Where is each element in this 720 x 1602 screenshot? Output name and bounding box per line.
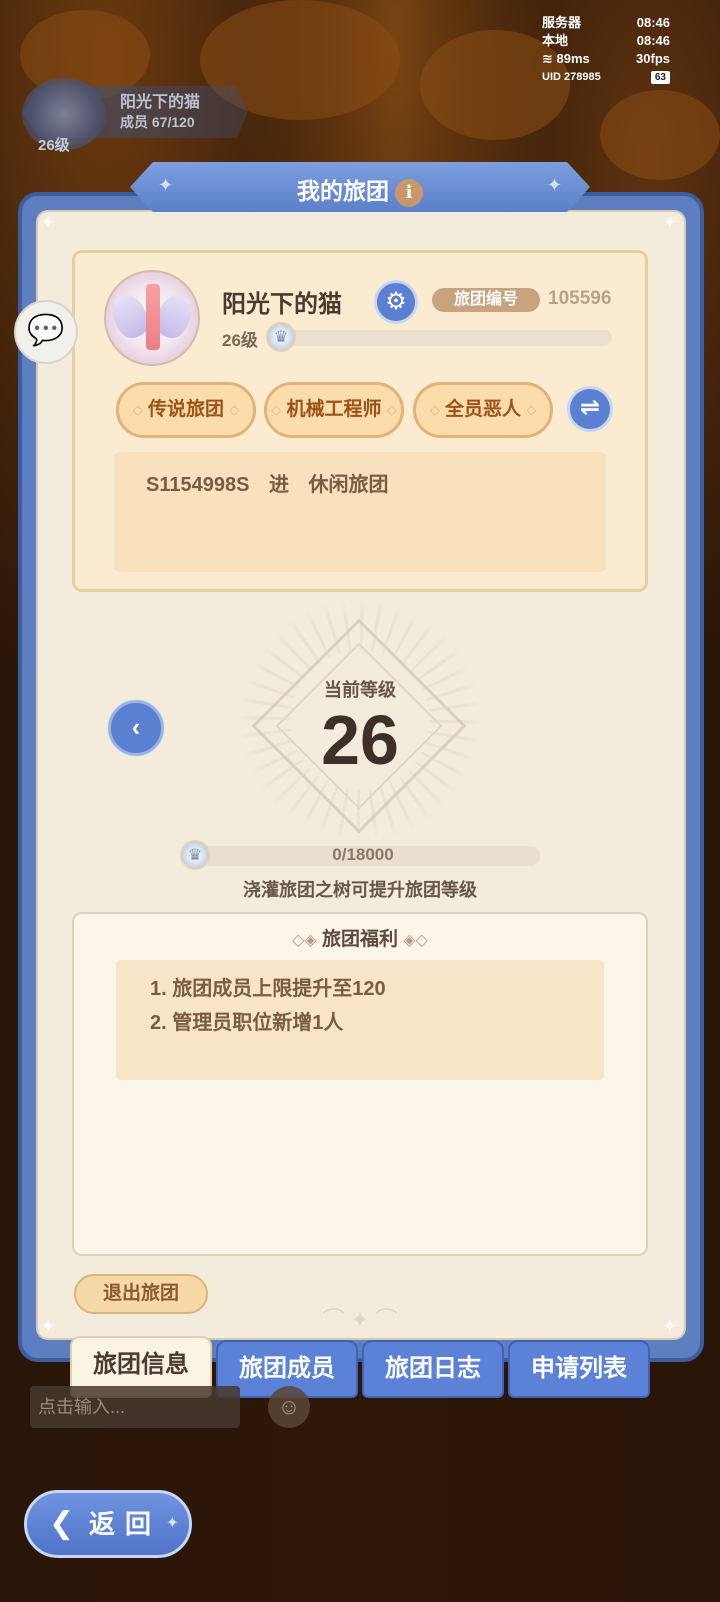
previous-level-button[interactable]: ‹ [108,700,164,756]
star-icon: ✦ [165,1515,179,1532]
xp-progress-text: 0/18000 [332,845,394,864]
emoji-button[interactable]: ☺ [268,1386,310,1428]
chat-button[interactable]: 💬 [14,300,78,364]
chevron-left-icon: ‹ [131,712,141,742]
info-icon[interactable]: i [395,178,423,207]
ornament-icon: ◈◇ [403,932,428,949]
chat-input[interactable]: 点击输入... [30,1386,240,1428]
benefit-item: 2. 管理员职位新增1人 [150,1012,344,1034]
guild-name: 阳光下的猫 [222,291,342,318]
guild-level-progress-bar [282,330,612,346]
crown-icon: ♛ [266,322,296,352]
guild-id-value: 105596 [548,288,612,309]
panel-title: 我的旅团 [297,178,389,204]
guild-banner-level: 26级 [38,137,70,154]
corner-star-icon: ✦ [40,212,56,232]
guild-tag[interactable]: ◇ 传说旅团 ◇ [116,382,256,438]
guild-crest-icon [104,270,200,366]
background-foliage [600,90,720,180]
tab-guild-log[interactable]: 旅团日志 [362,1340,504,1398]
guild-tag[interactable]: ◇ 全员恶人 ◇ [413,382,553,438]
server-label: 服务器 [542,15,582,30]
cat-ornament-icon: ⌒ ✦ ⌒ [322,1307,398,1332]
guild-tag[interactable]: ◇ 机械工程师 ◇ [264,382,404,438]
current-level-value: 26 [321,701,399,779]
level-hint: 浇灌旅团之树可提升旅团等级 [243,880,477,900]
emoji-icon: ☺ [277,1394,301,1419]
guild-level-text: 26级 [222,331,258,350]
ping-value: 89ms [556,51,590,66]
guild-banner-members: 成员 67/120 [120,114,195,130]
panel-title-banner: ✦ ✦ 我的旅团 i [130,162,590,212]
gear-icon: ⚙ [385,288,407,315]
server-time: 08:46 [636,15,670,30]
back-button[interactable]: ❮ 返回 ✦ [24,1490,192,1558]
swap-icon: ⇌ [579,394,601,421]
ornament-icon: ◇◈ [292,932,317,949]
fps-value: 30fps [636,51,670,66]
corner-star-icon: ✦ [662,212,678,232]
tab-application-list[interactable]: 申请列表 [508,1340,650,1398]
uid-text: UID 278985 [542,71,601,83]
crown-icon: ♛ [180,840,210,870]
status-overlay: 服务器 08:46 本地 08:46 ≋ 89ms 30fps UID 278985 6… [542,14,670,86]
current-level-label: 当前等级 [324,680,396,700]
guild-banner[interactable]: 阳光下的猫 成员 67/120 26级 [8,78,248,158]
chat-bubble-icon: 💬 [27,314,65,347]
back-button-label: 返回 [89,1509,162,1539]
guild-id-label: 旅团编号 [432,288,540,312]
guild-banner-name: 阳光下的猫 [120,94,201,111]
local-label: 本地 [542,33,569,48]
back-arrow-icon: ❮ [49,1507,75,1540]
benefits-title: 旅团福利 [321,929,398,950]
swap-tags-button[interactable]: ⇌ [567,386,613,432]
benefit-item: 1. 旅团成员上限提升至120 [150,978,386,1000]
guild-notice-text: S1154998S 进 休闲旅团 [146,474,389,496]
local-time: 08:46 [636,33,670,48]
benefits-title-row: ◇◈ 旅团福利 ◈◇ [0,924,720,951]
wifi-icon: ≋ [542,51,553,66]
battery-icon: 63 [650,71,670,84]
guild-settings-button[interactable]: ⚙ [374,280,418,324]
